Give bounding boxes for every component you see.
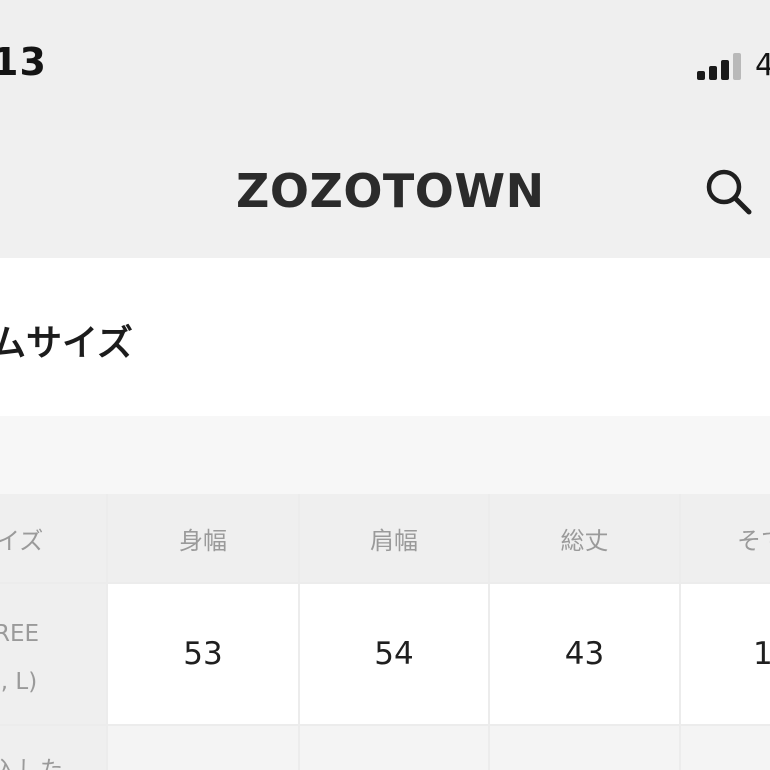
- size-label-lines: REE I, L): [0, 610, 39, 706]
- size-table: イズ 身幅 肩幅 総丈 そで REE I, L) 53 54 43 1 入した: [0, 494, 770, 770]
- table-cell-row2-total-length: [490, 726, 679, 770]
- section-header: ムサイズ: [0, 258, 770, 416]
- zozotown-logo[interactable]: ZOZOTOWN: [236, 164, 545, 218]
- signal-bar-1: [697, 71, 705, 80]
- table-cell-row2-body-width: [108, 726, 298, 770]
- signal-bar-4: [733, 53, 741, 80]
- section-title: ムサイズ: [0, 323, 133, 364]
- table-cell-body-width: 53: [108, 584, 298, 724]
- cellular-signal-icon: [697, 50, 745, 80]
- app-header: ZOZOTOWN: [0, 130, 770, 258]
- size-label-line-2: I, L): [0, 669, 38, 695]
- table-header-sleeve-label: そで: [737, 526, 770, 555]
- table-header-total-length: 総丈: [490, 494, 679, 582]
- size-label-row-2: 入した: [0, 757, 63, 770]
- search-icon[interactable]: [703, 166, 753, 216]
- table-cell-sleeve: 1: [681, 584, 770, 724]
- signal-bar-3: [721, 60, 729, 80]
- table-header-size-label: イズ: [0, 526, 44, 555]
- table-header-sleeve: そで: [681, 494, 770, 582]
- table-cell-row2-shoulder-width: [300, 726, 488, 770]
- search-icon-graphic: [706, 169, 752, 215]
- table-cell-row2-sleeve: [681, 726, 770, 770]
- section-divider: [0, 416, 770, 494]
- network-type-label: 4: [755, 48, 770, 83]
- table-header-body-width: 身幅: [108, 494, 298, 582]
- table-row-label-2: 入した: [0, 726, 106, 770]
- table-header-shoulder-width: 肩幅: [300, 494, 488, 582]
- table-row-label: REE I, L): [0, 584, 106, 724]
- table-cell-shoulder-width: 54: [300, 584, 488, 724]
- table-header-size: イズ: [0, 494, 106, 582]
- app-screen: 13 4 ZOZOTOWN ムサイズ イズ 身幅 肩幅 総丈 そで: [0, 0, 770, 770]
- table-cell-sleeve-value: 1: [753, 636, 770, 672]
- status-bar: 13 4: [0, 0, 770, 130]
- signal-bar-2: [709, 66, 717, 80]
- status-time: 13: [0, 40, 47, 84]
- size-label-line-1: REE: [0, 621, 40, 647]
- table-cell-total-length: 43: [490, 584, 679, 724]
